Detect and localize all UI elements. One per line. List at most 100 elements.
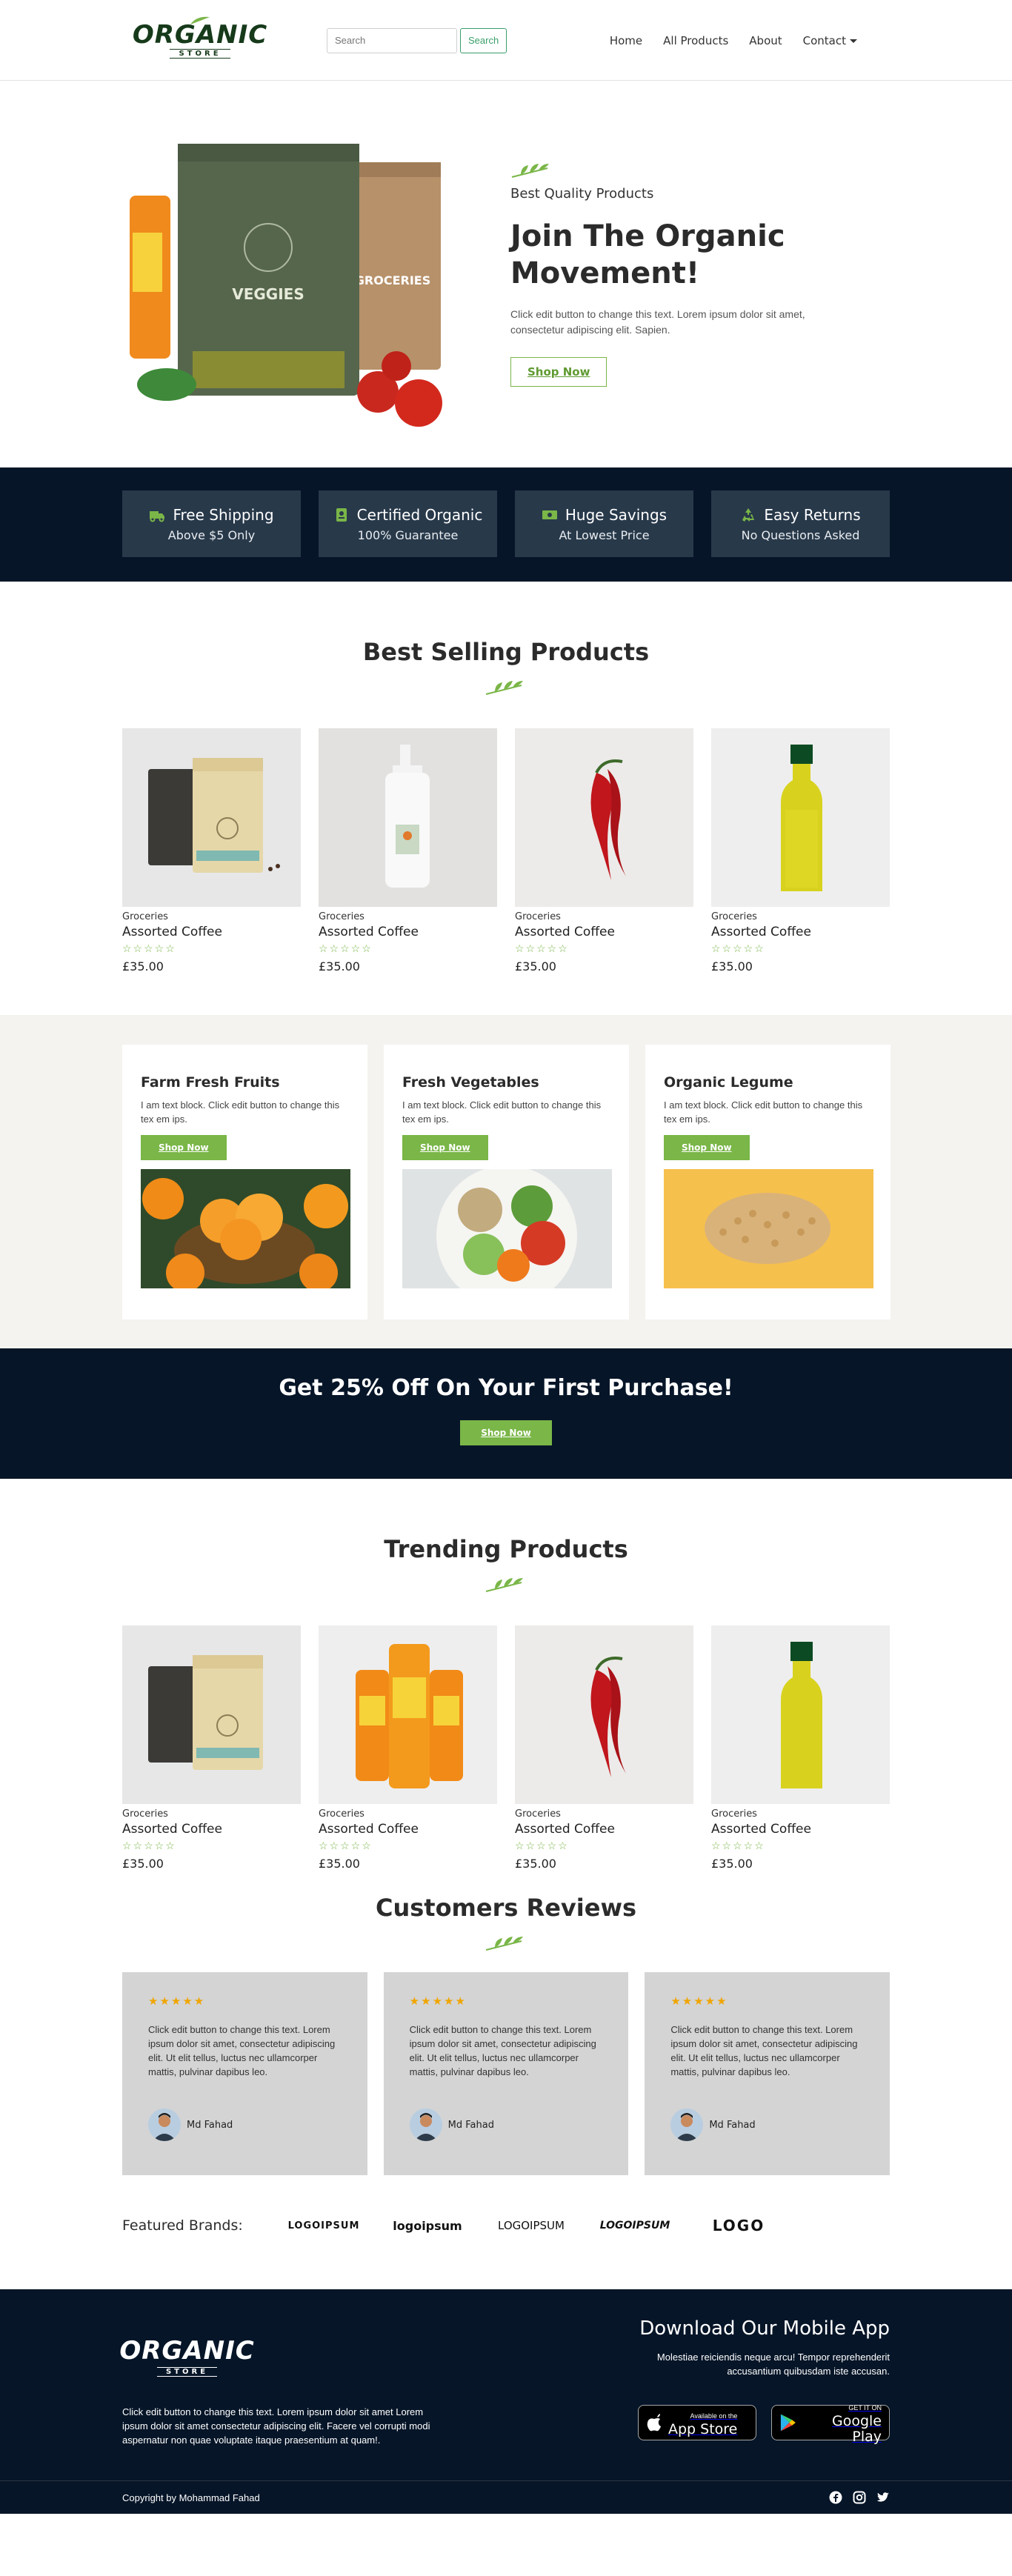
hero-subtitle: Best Quality Products: [510, 186, 654, 202]
hero-title: Join The Organic Movement!: [510, 218, 859, 292]
copyright-text: Copyright by Mohammad Fahad: [122, 2492, 260, 2503]
features-bar: Free Shipping Above $5 Only Certified Or…: [0, 467, 1012, 582]
bag-label-veggies: VEGGIES: [232, 285, 304, 303]
brand-logo[interactable]: LOGOIPSUM: [587, 2220, 682, 2231]
recycle-icon: [742, 507, 755, 522]
review-text: Click edit button to change this text. L…: [670, 2024, 858, 2077]
site-logo[interactable]: ORGANIC STORE: [133, 11, 267, 70]
feature-subtitle: No Questions Asked: [741, 527, 860, 542]
leaf-divider-icon: [485, 1937, 523, 1951]
product-image-juice-bottles[interactable]: [319, 1625, 497, 1804]
product-price: £35.00: [122, 959, 164, 974]
product-price: £35.00: [515, 959, 556, 974]
hero-section: GROCERIES VEGGIES Best Quality Products …: [0, 81, 1012, 467]
feature-huge-savings: Huge Savings At Lowest Price: [515, 490, 693, 557]
product-image-coffee-bags[interactable]: [122, 728, 301, 907]
product-category: Groceries: [711, 1808, 757, 1820]
category-shop-now-button[interactable]: Shop Now: [402, 1135, 488, 1160]
footer-description: Click edit button to change this text. L…: [122, 2406, 430, 2446]
product-card[interactable]: Groceries Assorted Coffee ☆☆☆☆☆ £35.00: [515, 728, 693, 974]
gplay-big-text: Google Play: [831, 2413, 882, 2445]
brand-logo[interactable]: logoipsum: [380, 2219, 475, 2233]
product-price: £35.00: [711, 959, 753, 974]
leaf-divider-icon: [485, 681, 523, 695]
brand-logo[interactable]: LOGO: [691, 2217, 786, 2234]
product-category: Groceries: [122, 911, 168, 922]
review-card: ★★★★★ Click edit button to change this t…: [122, 1972, 367, 2175]
product-image-coffee-bags[interactable]: [122, 1625, 301, 1804]
logo-main-text: ORGANIC: [132, 20, 268, 50]
hero-text-block: Best Quality Products Join The Organic Mo…: [510, 162, 859, 387]
product-name[interactable]: Assorted Coffee: [711, 925, 890, 939]
category-card-vegetables: Fresh Vegetables I am text block. Click …: [384, 1045, 629, 1319]
product-name[interactable]: Assorted Coffee: [515, 925, 693, 939]
hero-shop-now-button[interactable]: Shop Now: [510, 357, 607, 387]
section-title: Customers Reviews: [375, 1894, 637, 1922]
category-image-oranges: [141, 1169, 350, 1288]
product-name[interactable]: Assorted Coffee: [319, 1822, 497, 1837]
category-card-fruits: Farm Fresh Fruits I am text block. Click…: [122, 1045, 367, 1319]
nav-contact[interactable]: Contact: [803, 34, 857, 47]
facebook-icon[interactable]: [829, 2491, 842, 2504]
product-card[interactable]: Groceries Assorted Coffee ☆☆☆☆☆ £35.00: [122, 1625, 301, 1871]
google-play-button[interactable]: GET IT ON Google Play: [771, 2404, 890, 2445]
product-name[interactable]: Assorted Coffee: [319, 925, 497, 939]
hero-desc-line1: Click edit button to change this text. L…: [510, 308, 805, 320]
nav-about[interactable]: About: [749, 34, 782, 47]
rating-stars-icon: ☆☆☆☆☆: [319, 1840, 373, 1851]
product-image-oil-bottle[interactable]: [711, 1625, 890, 1804]
product-card[interactable]: Groceries Assorted Coffee ☆☆☆☆☆ £35.00: [319, 1625, 497, 1871]
category-shop-now-button[interactable]: Shop Now: [141, 1135, 227, 1160]
app-title: Download Our Mobile App: [639, 2317, 890, 2340]
brand-logo[interactable]: LOGOIPSUM: [484, 2219, 579, 2232]
social-links: [829, 2491, 890, 2504]
apple-icon: [647, 2414, 661, 2432]
product-name[interactable]: Assorted Coffee: [122, 1822, 301, 1837]
product-name[interactable]: Assorted Coffee: [515, 1822, 693, 1837]
feature-subtitle: Above $5 Only: [167, 527, 256, 542]
twitter-icon[interactable]: [876, 2491, 890, 2504]
product-card[interactable]: Groceries Assorted Coffee ☆☆☆☆☆ £35.00: [319, 728, 497, 974]
nav-all-products[interactable]: All Products: [663, 34, 728, 47]
search-button[interactable]: Search: [460, 27, 507, 53]
product-category: Groceries: [122, 1808, 168, 1820]
site-header: ORGANIC STORE Search Home All Products A…: [0, 0, 1012, 81]
product-price: £35.00: [711, 1857, 753, 1871]
product-image-red-chili[interactable]: [515, 1625, 693, 1804]
product-name[interactable]: Assorted Coffee: [122, 925, 301, 939]
hero-desc-line2: consectetur adipiscing elit. Sapien.: [510, 324, 670, 336]
rating-stars-icon: ☆☆☆☆☆: [319, 942, 373, 954]
logo-sub-text: STORE: [170, 49, 230, 59]
appstore-big-text: App Store: [668, 2420, 738, 2437]
product-card[interactable]: Groceries Assorted Coffee ☆☆☆☆☆ £35.00: [711, 728, 890, 974]
product-category: Groceries: [711, 911, 757, 922]
rating-stars-icon: ☆☆☆☆☆: [122, 1840, 176, 1851]
product-category: Groceries: [319, 1808, 364, 1820]
bag-label-groceries: GROCERIES: [355, 273, 430, 287]
feature-subtitle: 100% Guarantee: [357, 527, 459, 542]
footer-logo[interactable]: ORGANIC STORE: [119, 2326, 254, 2386]
app-store-button[interactable]: Available on the App Store: [638, 2405, 756, 2440]
instagram-icon[interactable]: [853, 2491, 866, 2504]
review-author: Md Fahad: [709, 2119, 756, 2131]
product-image-oil-bottle[interactable]: [711, 728, 890, 907]
product-card[interactable]: Groceries Assorted Coffee ☆☆☆☆☆ £35.00: [515, 1625, 693, 1871]
product-price: £35.00: [515, 1857, 556, 1871]
search-input[interactable]: [327, 27, 457, 53]
product-card[interactable]: Groceries Assorted Coffee ☆☆☆☆☆ £35.00: [711, 1625, 890, 1871]
appstore-small-text: Available on the: [690, 2412, 738, 2420]
feature-easy-returns: Easy Returns No Questions Asked: [711, 490, 890, 557]
product-card[interactable]: Groceries Assorted Coffee ☆☆☆☆☆ £35.00: [122, 728, 301, 974]
rating-stars-icon: ☆☆☆☆☆: [711, 942, 765, 954]
section-title: Best Selling Products: [362, 638, 650, 666]
product-image-red-chili[interactable]: [515, 728, 693, 907]
product-name[interactable]: Assorted Coffee: [711, 1822, 890, 1837]
certificate-icon: [336, 507, 347, 522]
brand-logo[interactable]: LOGOIPSUM: [276, 2220, 371, 2231]
category-image-salad-bowl: [402, 1169, 612, 1288]
product-image-lotion-bottle[interactable]: [319, 728, 497, 907]
feature-title: Certified Organic: [356, 505, 483, 524]
promo-shop-now-button[interactable]: Shop Now: [460, 1420, 552, 1445]
category-shop-now-button[interactable]: Shop Now: [664, 1135, 750, 1160]
nav-home[interactable]: Home: [610, 34, 642, 47]
